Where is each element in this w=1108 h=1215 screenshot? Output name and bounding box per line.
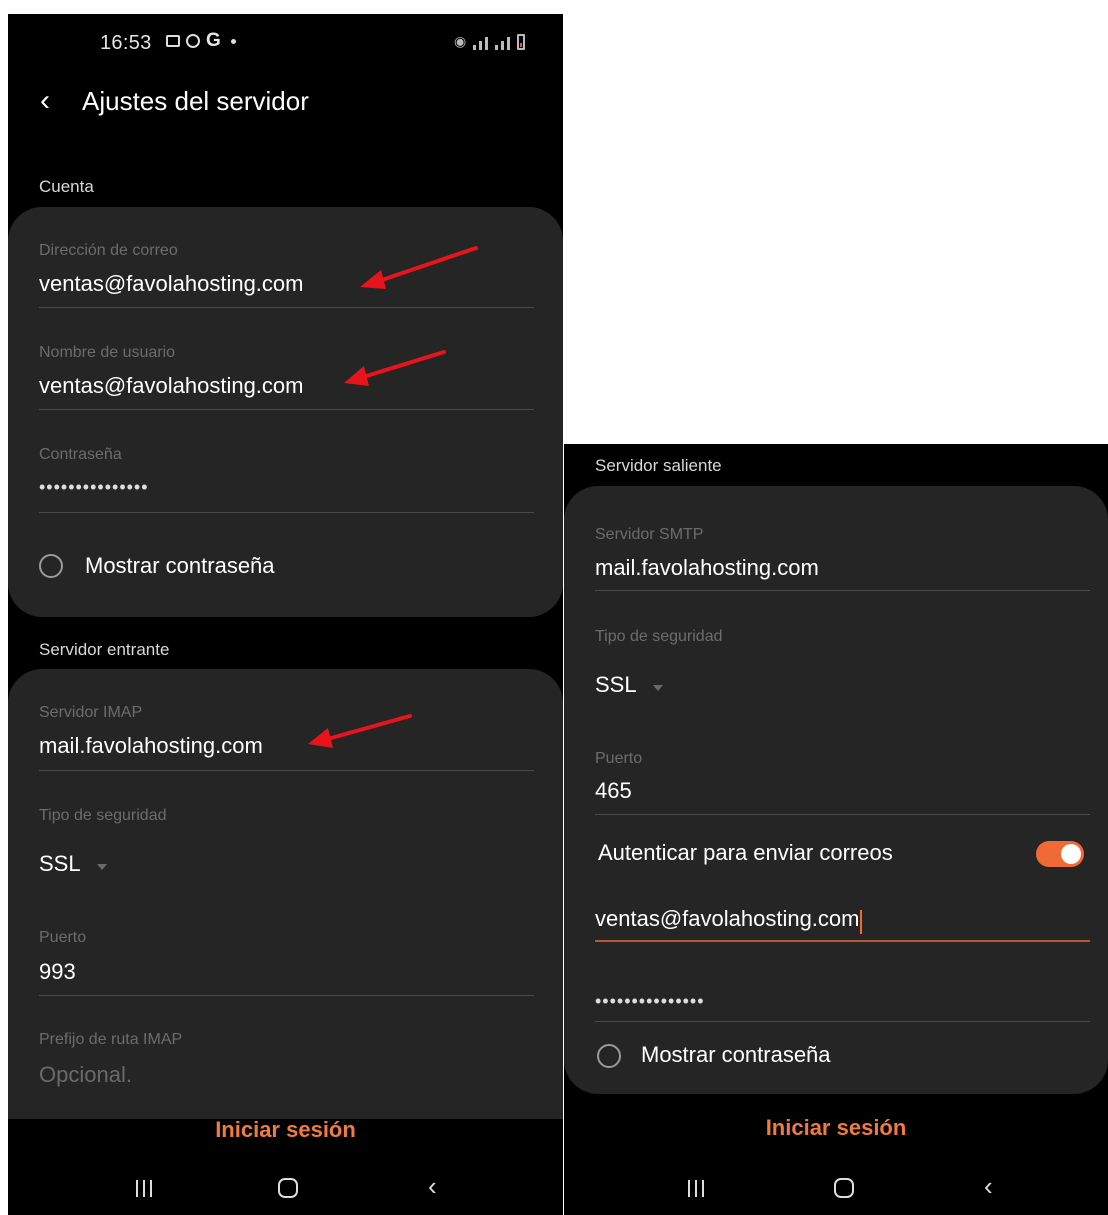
- app-header: ‹ Ajustes del servidor: [8, 76, 563, 126]
- show-password-radio[interactable]: [597, 1044, 621, 1068]
- google-icon: G: [206, 30, 221, 51]
- security-type-value: SSL: [595, 672, 637, 697]
- signal-bar: [501, 41, 505, 50]
- port-underline: [39, 995, 534, 996]
- signal-bar: [485, 37, 489, 50]
- system-icons: ◉: [454, 33, 526, 50]
- recent-apps-icon[interactable]: [688, 1180, 704, 1197]
- password-field[interactable]: •••••••••••••••: [39, 477, 149, 498]
- outgoing-card: Servidor SMTP mail.favolahosting.com Tip…: [564, 486, 1108, 1094]
- dropdown-arrow-icon: [96, 863, 107, 870]
- auth-user-underline: [595, 940, 1090, 942]
- username-underline: [39, 409, 534, 410]
- username-label: Nombre de usuario: [39, 344, 176, 361]
- security-type-select[interactable]: SSL: [39, 851, 107, 877]
- email-underline: [39, 307, 534, 308]
- smtp-label: Servidor SMTP: [595, 526, 704, 543]
- auth-user-field[interactable]: ventas@favolahosting.com: [595, 906, 863, 934]
- left-phone-screen: 16:53 G ◉ ‹ Ajustes del servidor Cuenta …: [8, 14, 563, 1215]
- port-field[interactable]: 465: [595, 778, 632, 804]
- auth-toggle-label: Autenticar para enviar correos: [598, 840, 893, 865]
- nav-back-icon[interactable]: ‹: [984, 1173, 993, 1199]
- signal-icon: [473, 45, 477, 50]
- status-time: 16:53: [100, 32, 152, 54]
- imap-underline: [39, 770, 534, 771]
- recent-apps-icon[interactable]: [136, 1180, 152, 1197]
- back-arrow-icon[interactable]: ‹: [40, 86, 50, 116]
- signal-bar: [507, 37, 511, 50]
- auth-password-underline: [595, 1021, 1090, 1022]
- status-bar: 16:53 G ◉: [8, 14, 563, 76]
- auth-password-field[interactable]: •••••••••••••••: [595, 991, 705, 1012]
- show-password-label[interactable]: Mostrar contraseña: [641, 1042, 831, 1068]
- imap-label: Servidor IMAP: [39, 704, 143, 721]
- right-phone-screen: Servidor saliente Servidor SMTP mail.fav…: [564, 444, 1108, 1215]
- port-field[interactable]: 993: [39, 959, 76, 985]
- account-section-heading: Cuenta: [39, 177, 94, 196]
- wifi-icon: ◉: [454, 33, 467, 49]
- more-dot-icon: [230, 38, 236, 44]
- password-underline: [39, 512, 534, 513]
- incoming-card: Servidor IMAP mail.favolahosting.com Tip…: [8, 669, 563, 1119]
- port-label: Puerto: [595, 750, 643, 767]
- auth-toggle[interactable]: [1036, 841, 1084, 867]
- outgoing-section-heading: Servidor saliente: [595, 456, 722, 475]
- notification-icons: G: [166, 30, 236, 51]
- battery-icon: [517, 34, 526, 50]
- username-field[interactable]: ventas@favolahosting.com: [39, 373, 303, 399]
- toggle-knob: [1061, 844, 1081, 864]
- gallery-icon: [166, 35, 180, 47]
- imap-server-field[interactable]: mail.favolahosting.com: [39, 733, 263, 759]
- annotation-arrow-3: [308, 714, 412, 748]
- email-field[interactable]: ventas@favolahosting.com: [39, 271, 303, 297]
- notification-icon: [186, 34, 200, 48]
- imap-prefix-field[interactable]: Opcional.: [39, 1062, 132, 1088]
- dropdown-arrow-icon: [652, 684, 663, 691]
- signal-bar: [479, 41, 483, 50]
- incoming-section-heading: Servidor entrante: [39, 640, 170, 659]
- security-type-label: Tipo de seguridad: [595, 628, 723, 645]
- system-nav-bar: ‹: [564, 1165, 1108, 1215]
- annotation-arrow-1: [360, 246, 478, 289]
- security-type-label: Tipo de seguridad: [39, 807, 167, 824]
- show-password-radio[interactable]: [39, 554, 63, 578]
- auth-user-value: ventas@favolahosting.com: [595, 906, 860, 931]
- security-type-select[interactable]: SSL: [595, 672, 663, 698]
- port-underline: [595, 814, 1090, 815]
- password-label: Contraseña: [39, 446, 122, 463]
- login-button[interactable]: Iniciar sesión: [564, 1115, 1108, 1141]
- home-icon[interactable]: [834, 1178, 854, 1198]
- home-icon[interactable]: [278, 1178, 298, 1198]
- port-label: Puerto: [39, 929, 87, 946]
- nav-back-icon[interactable]: ‹: [428, 1173, 437, 1199]
- smtp-server-field[interactable]: mail.favolahosting.com: [595, 555, 819, 581]
- show-password-label[interactable]: Mostrar contraseña: [85, 553, 275, 579]
- login-button[interactable]: Iniciar sesión: [8, 1117, 563, 1143]
- annotation-arrow-2: [344, 350, 446, 386]
- page-title: Ajustes del servidor: [82, 86, 309, 116]
- security-type-value: SSL: [39, 851, 81, 876]
- email-label: Dirección de correo: [39, 242, 178, 259]
- imap-prefix-label: Prefijo de ruta IMAP: [39, 1031, 183, 1048]
- text-cursor: [860, 909, 863, 934]
- system-nav-bar: ‹: [8, 1165, 563, 1215]
- signal-icon: [495, 45, 499, 50]
- smtp-underline: [595, 590, 1090, 591]
